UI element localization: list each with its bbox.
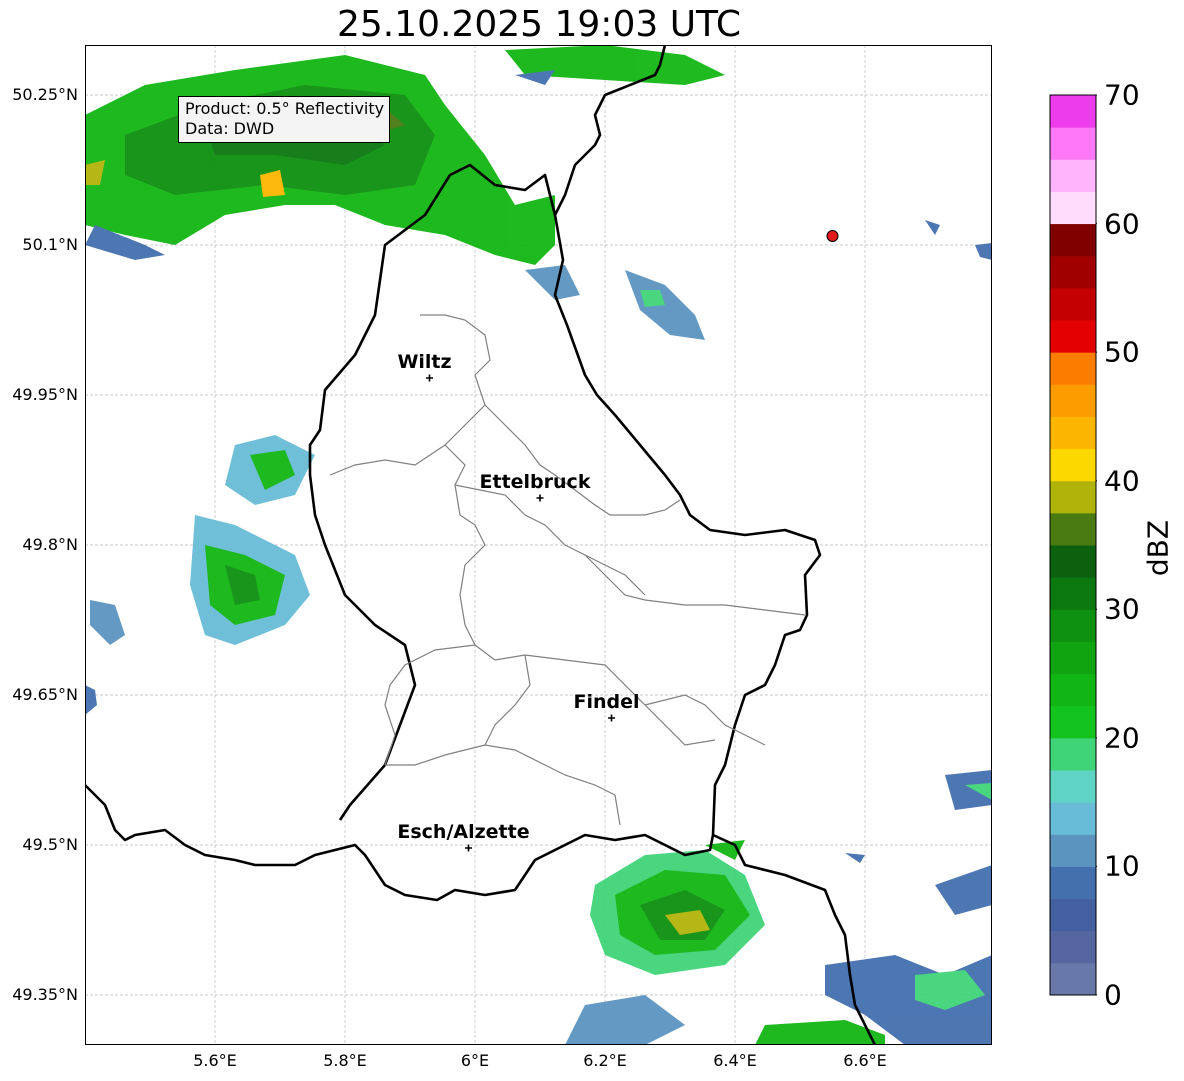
lat-tick-label: 49.8°N	[22, 535, 78, 554]
colorbar-segment	[1050, 545, 1096, 578]
product-info-box: Product: 0.5° Reflectivity Data: DWD	[178, 96, 391, 143]
canton-boundaries	[329, 314, 806, 826]
colorbar-tick-label: 20	[1104, 721, 1140, 755]
colorbar-segment	[1050, 898, 1096, 932]
colorbar-segment	[1050, 255, 1096, 289]
city-cross-icon	[608, 714, 615, 722]
colorbar-tick-label: 70	[1104, 78, 1140, 112]
lon-tick-label: 5.6°E	[193, 1051, 237, 1070]
colorbar-segment	[1050, 127, 1096, 160]
radar-site-marker	[826, 230, 839, 242]
city-label: Findel	[573, 691, 639, 713]
lat-tick-label: 50.1°N	[22, 235, 78, 254]
colorbar-tick-label: 0	[1104, 978, 1122, 1012]
city-cross-icon	[536, 494, 544, 502]
city-label: Wiltz	[397, 351, 451, 373]
colorbar-unit-label: dBZ	[1141, 519, 1175, 577]
colorbar-segment	[1050, 448, 1096, 482]
colorbar-segment	[1050, 737, 1096, 771]
lon-tick-label: 5.8°E	[323, 1051, 367, 1070]
lat-tick-label: 49.65°N	[12, 685, 78, 704]
colorbar-segment	[1050, 673, 1096, 707]
colorbar-segment	[1050, 577, 1096, 610]
lon-tick-label: 6°E	[460, 1051, 490, 1070]
colorbar-segment	[1050, 480, 1096, 514]
colorbar	[1049, 94, 1097, 996]
city-marker: Ettelbruck	[480, 471, 591, 502]
city-marker: Findel	[573, 691, 640, 722]
lon-tick-label: 6.2°E	[583, 1051, 627, 1070]
colorbar-segment	[1050, 962, 1096, 996]
radar-map[interactable]: Wiltz Ettelbruck Findel Esch/Alzette Produc…	[85, 45, 992, 1045]
colorbar-segment	[1050, 416, 1096, 450]
city-cross-icon	[426, 374, 433, 382]
colorbar-segment	[1050, 641, 1096, 675]
colorbar-segment	[1050, 352, 1096, 385]
map-canvas[interactable]: Wiltz Ettelbruck Findel Esch/Alzette	[85, 45, 992, 1045]
colorbar-segment	[1050, 866, 1096, 900]
colorbar-segment	[1050, 223, 1096, 257]
colorbar-segment	[1050, 159, 1096, 192]
map-title: 25.10.2025 19:03 UTC	[336, 4, 742, 45]
colorbar-segment	[1050, 384, 1096, 417]
colorbar-tick-label: 60	[1104, 207, 1140, 241]
colorbar-segment	[1050, 834, 1096, 867]
lon-tick-label: 6.6°E	[843, 1051, 887, 1070]
city-markers: Wiltz Ettelbruck Findel Esch/Alzette	[397, 351, 640, 852]
colorbar-segment	[1050, 95, 1096, 128]
colorbar-segment	[1050, 770, 1096, 803]
colorbar-tick-label: 30	[1104, 592, 1140, 626]
colorbar-segment	[1050, 705, 1096, 739]
lat-tick-label: 49.35°N	[12, 985, 78, 1004]
colorbar-tick-label: 40	[1104, 464, 1140, 498]
city-marker: Esch/Alzette	[397, 821, 530, 852]
city-label: Ettelbruck	[480, 471, 591, 493]
lat-tick-label: 49.5°N	[22, 835, 78, 854]
colorbar-segment	[1050, 609, 1096, 642]
city-cross-icon	[465, 844, 472, 852]
lon-tick-label: 6.4°E	[713, 1051, 757, 1070]
product-label: Product: 0.5° Reflectivity	[185, 99, 385, 118]
colorbar-tick-label: 10	[1104, 849, 1140, 883]
city-label: Esch/Alzette	[397, 821, 529, 843]
lat-tick-label: 49.95°N	[12, 385, 78, 404]
data-source-label: Data: DWD	[185, 119, 275, 138]
colorbar-segment	[1050, 512, 1096, 546]
colorbar-segment	[1050, 191, 1096, 225]
city-marker: Wiltz	[397, 351, 452, 382]
lat-tick-label: 50.25°N	[12, 85, 78, 104]
colorbar-segment	[1050, 287, 1096, 321]
colorbar-segment	[1050, 930, 1096, 964]
colorbar-segment	[1050, 320, 1096, 353]
colorbar-segment	[1050, 802, 1096, 835]
luxembourg-west-border	[308, 174, 452, 821]
colorbar-tick-label: 50	[1104, 335, 1140, 369]
